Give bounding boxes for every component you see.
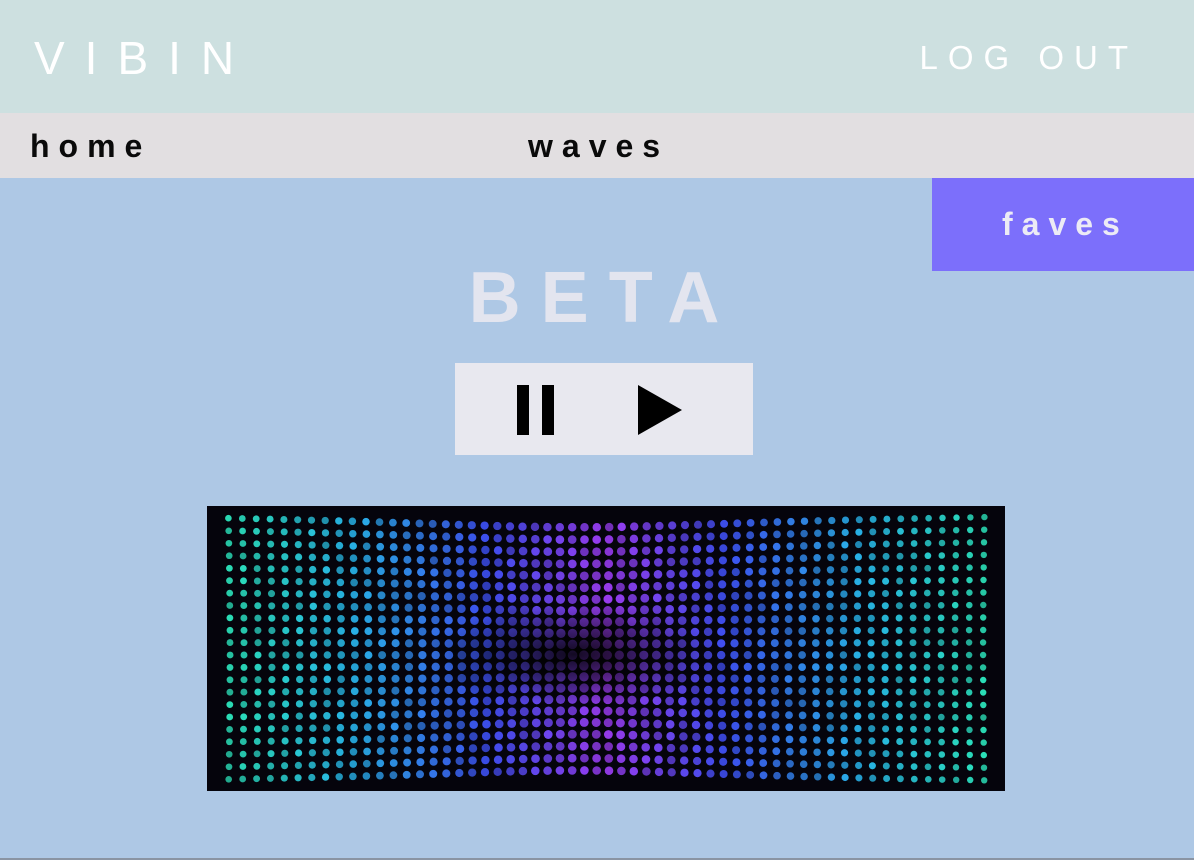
playback-controls: [455, 363, 753, 455]
play-button[interactable]: [638, 385, 682, 435]
nav-item-home[interactable]: home: [30, 126, 151, 166]
top-header: VIBIN LOG OUT: [0, 0, 1194, 113]
visualizer-image: [207, 506, 1005, 791]
play-icon: [638, 385, 682, 435]
pause-button[interactable]: [517, 385, 555, 435]
pause-icon-bar: [542, 385, 554, 435]
logout-button[interactable]: LOG OUT: [919, 38, 1138, 78]
wave-visualizer: [207, 506, 1005, 791]
faves-label: faves: [1002, 204, 1129, 244]
nav-item-waves[interactable]: waves: [528, 126, 669, 166]
page-title: BETA: [0, 258, 1194, 338]
nav-bar: home waves: [0, 113, 1194, 178]
app-logo: VIBIN: [34, 30, 254, 86]
pause-icon: [517, 385, 529, 435]
